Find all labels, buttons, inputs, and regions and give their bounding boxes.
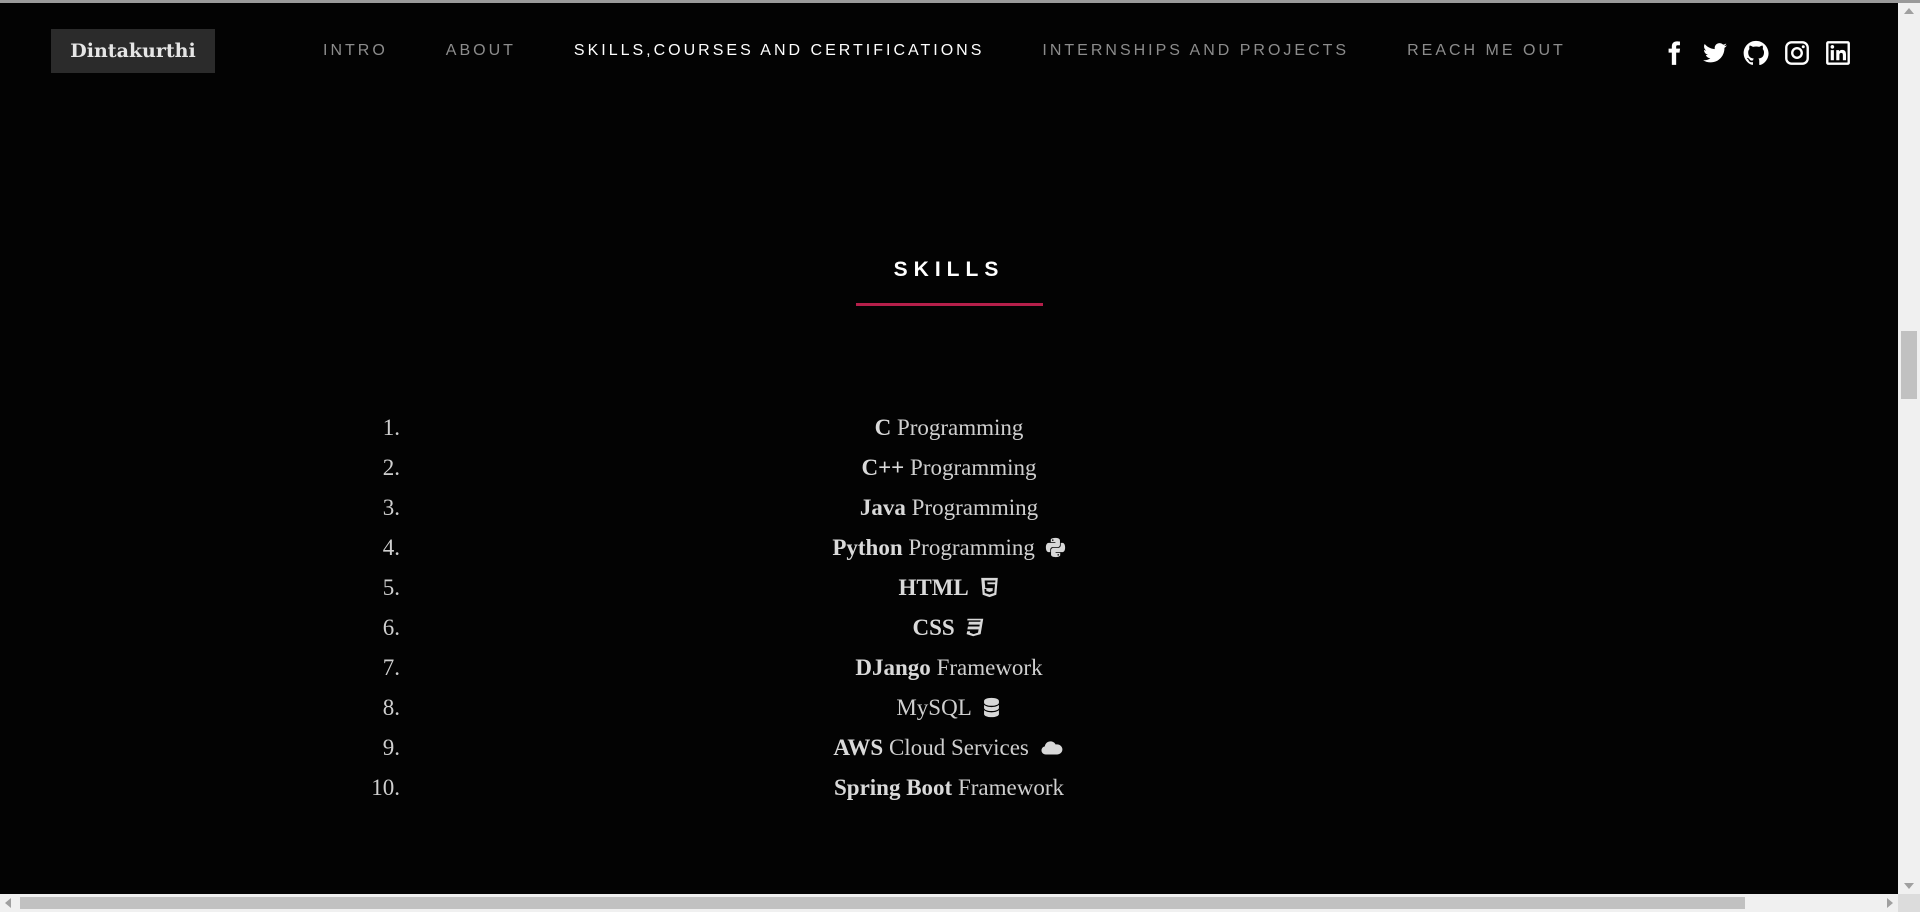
scrollbar-corner	[1898, 894, 1920, 912]
list-number: 5.	[382, 575, 400, 600]
linkedin-icon[interactable]	[1824, 39, 1852, 67]
skill-name: DJango Framework	[855, 655, 1043, 680]
skill-name: HTML	[898, 575, 969, 600]
nav-link-reach-me-out[interactable]: REACH ME OUT	[1407, 42, 1566, 60]
list-item: 6. CSS	[0, 608, 1898, 648]
twitter-icon[interactable]	[1701, 39, 1729, 67]
list-item: 4. Python Programming	[0, 528, 1898, 568]
scroll-right-arrow-icon[interactable]	[1887, 898, 1893, 908]
title-underline	[856, 303, 1043, 306]
github-icon[interactable]	[1742, 39, 1770, 67]
list-item: 10. Spring Boot Framework	[0, 768, 1898, 808]
list-item: 5. HTML	[0, 568, 1898, 608]
scroll-down-arrow-icon[interactable]	[1904, 883, 1914, 889]
list-number: 1.	[382, 415, 400, 440]
horizontal-scroll-thumb[interactable]	[20, 897, 1745, 909]
list-number: 2.	[382, 455, 400, 480]
vertical-scrollbar[interactable]	[1898, 3, 1920, 894]
section-title: SKILLS	[893, 258, 1005, 282]
skill-name: AWS Cloud Services	[833, 735, 1029, 760]
list-item: 7. DJango Framework	[0, 648, 1898, 688]
nav-link-internships[interactable]: INTERNSHIPS AND PROJECTS	[1042, 42, 1349, 60]
database-icon	[981, 691, 1002, 731]
list-number: 6.	[382, 615, 400, 640]
list-item: 1. C Programming	[0, 408, 1898, 448]
list-item: 2. C++ Programming	[0, 448, 1898, 488]
skill-name: MySQL	[896, 695, 971, 720]
top-navbar: Dintakurthi INTRO ABOUT SKILLS,COURSES A…	[0, 3, 1898, 99]
cloud-icon	[1039, 731, 1065, 771]
list-number: 10.	[371, 775, 400, 800]
facebook-icon[interactable]	[1660, 39, 1688, 67]
skills-list: 1. C Programming 2. C++ Programming 3. J…	[0, 408, 1898, 808]
python-icon	[1045, 531, 1066, 571]
list-number: 8.	[382, 695, 400, 720]
brand-logo[interactable]: Dintakurthi	[51, 29, 215, 73]
skill-name: C++ Programming	[861, 455, 1037, 480]
nav-links: INTRO ABOUT SKILLS,COURSES AND CERTIFICA…	[323, 3, 1624, 99]
css3-icon	[964, 611, 985, 651]
list-item: 3. Java Programming	[0, 488, 1898, 528]
skill-name: CSS	[912, 615, 955, 640]
list-number: 7.	[382, 655, 400, 680]
html5-icon	[979, 571, 1000, 611]
list-number: 4.	[382, 535, 400, 560]
social-links	[1660, 39, 1865, 67]
list-item: 9. AWS Cloud Services	[0, 728, 1898, 768]
list-number: 3.	[382, 495, 400, 520]
scroll-left-arrow-icon[interactable]	[5, 898, 11, 908]
vertical-scroll-thumb[interactable]	[1901, 331, 1917, 399]
skill-name: C Programming	[874, 415, 1024, 440]
nav-link-skills[interactable]: SKILLS,COURSES AND CERTIFICATIONS	[574, 42, 984, 60]
nav-link-about[interactable]: ABOUT	[446, 42, 516, 60]
horizontal-scrollbar[interactable]	[0, 894, 1898, 912]
list-number: 9.	[382, 735, 400, 760]
scroll-up-arrow-icon[interactable]	[1904, 8, 1914, 14]
skill-name: Java Programming	[859, 495, 1039, 520]
nav-link-intro[interactable]: INTRO	[323, 42, 388, 60]
skill-name: Spring Boot Framework	[833, 775, 1064, 800]
skill-name: Python Programming	[832, 535, 1035, 560]
list-item: 8. MySQL	[0, 688, 1898, 728]
instagram-icon[interactable]	[1783, 39, 1811, 67]
